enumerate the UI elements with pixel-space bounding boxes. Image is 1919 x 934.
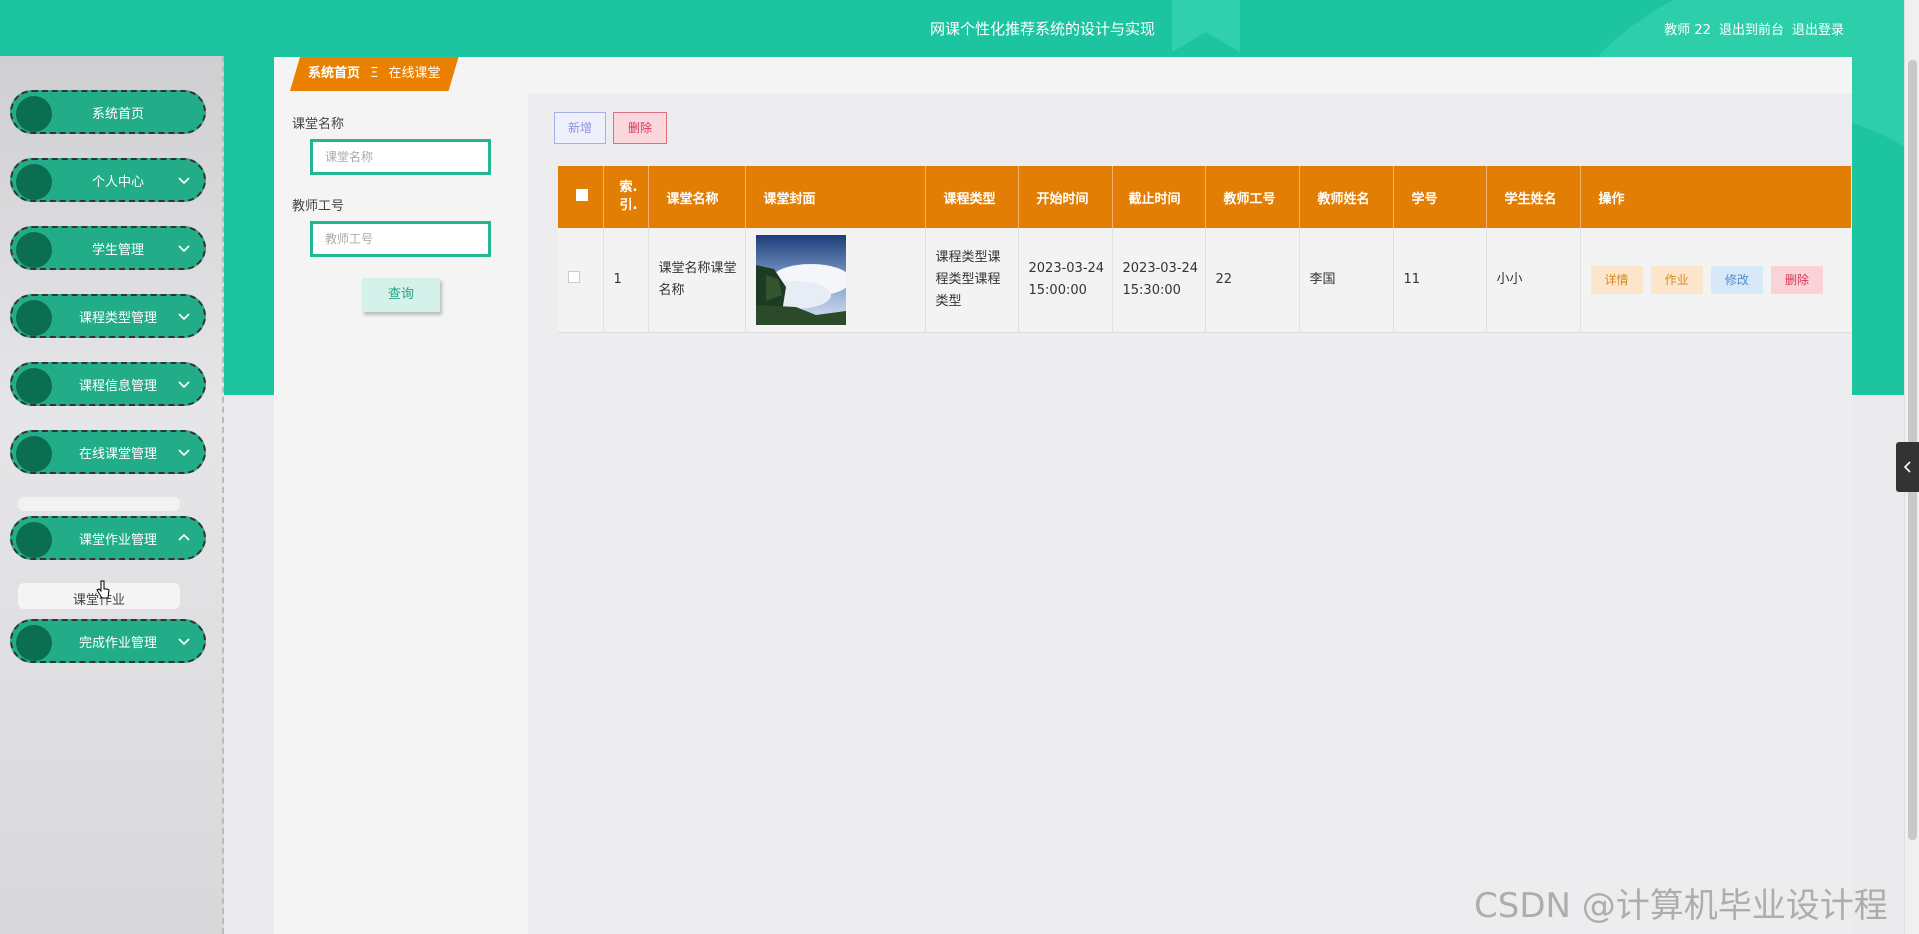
- cell-student-name: 小小: [1486, 228, 1581, 332]
- column-header-student-id: 学号: [1393, 166, 1487, 228]
- class-table: 索. 引. 课堂名称 课堂封面 课程类型 开始时间 截止时间 教师工号 教师姓名 …: [558, 166, 1851, 333]
- delete-button[interactable]: 删除: [613, 112, 667, 144]
- chevron-left-icon: [1903, 461, 1911, 473]
- homework-button[interactable]: 作业: [1650, 265, 1703, 294]
- table-row: 1 课堂名称课堂名称 课程类型课程类型课程类型 2023-03-24 15:00…: [558, 228, 1851, 332]
- detail-button[interactable]: 详情: [1590, 265, 1643, 294]
- chevron-down-icon: [178, 381, 190, 389]
- submenu-placeholder: [18, 497, 180, 511]
- end-date: 2023-03-24: [1122, 260, 1199, 276]
- top-header: 网课个性化推荐系统的设计与实现 教师 22 退出到前台 退出登录: [0, 0, 1919, 56]
- chevron-down-icon: [178, 313, 190, 321]
- cell-actions: 详情 作业 修改 删除: [1580, 228, 1851, 332]
- index-header-part1: 索.: [619, 180, 638, 195]
- cell-end-time: 2023-03-24 15:30:00: [1112, 228, 1206, 332]
- column-header-student-name: 学生姓名: [1486, 166, 1581, 228]
- column-header-course-type: 课程类型: [925, 166, 1019, 228]
- row-checkbox[interactable]: [568, 270, 580, 283]
- course-cover-image: [755, 234, 846, 325]
- header-links: 教师 22 退出到前台 退出登录: [1664, 19, 1844, 38]
- sidebar-item-course-type-management[interactable]: 课程类型管理: [10, 294, 206, 338]
- sidebar-item-label: 系统首页: [91, 106, 144, 122]
- teacher-id-input[interactable]: [310, 221, 491, 257]
- menu-bubble-icon: [16, 96, 52, 132]
- teacher-id-label: 教师工号: [292, 199, 345, 214]
- chevron-down-icon: [178, 177, 190, 185]
- column-header-actions: 操作: [1580, 166, 1851, 228]
- sidebar-item-completed-homework-management[interactable]: 完成作业管理: [10, 619, 206, 663]
- breadcrumb: 系统首页 Ξ 在线课堂: [290, 57, 459, 91]
- breadcrumb-bar: [274, 57, 1852, 94]
- select-all-header[interactable]: [558, 166, 604, 228]
- add-button[interactable]: 新增: [554, 112, 606, 144]
- sidebar-item-label: 课程类型管理: [78, 310, 157, 326]
- column-header-cover: 课堂封面: [745, 166, 926, 228]
- watermark: CSDN @计算机毕业设计程: [1474, 886, 1888, 926]
- sidebar-item-label: 课程信息管理: [78, 378, 157, 394]
- index-header-part2: 引.: [619, 198, 638, 213]
- menu-bubble-icon: [16, 368, 52, 404]
- sidebar-item-label: 课堂作业管理: [78, 532, 157, 548]
- breadcrumb-home[interactable]: 系统首页: [308, 66, 360, 81]
- sidebar-item-homework-management[interactable]: 课堂作业管理: [10, 516, 206, 560]
- chevron-down-icon: [178, 245, 190, 253]
- select-all-checkbox[interactable]: [576, 189, 588, 201]
- sidebar-item-home[interactable]: 系统首页: [10, 90, 206, 134]
- menu-bubble-icon: [16, 164, 52, 200]
- course-name-label: 课堂名称: [292, 117, 345, 132]
- menu-bubble-icon: [16, 625, 52, 661]
- current-user: 教师 22: [1664, 23, 1711, 38]
- logout-link[interactable]: 退出登录: [1792, 19, 1844, 38]
- cell-student-id: 11: [1393, 228, 1487, 332]
- hand-cursor-icon: [96, 580, 110, 599]
- column-header-start-time: 开始时间: [1018, 166, 1113, 228]
- column-header-end-time: 截止时间: [1112, 166, 1206, 228]
- column-header-course-name: 课堂名称: [648, 166, 746, 228]
- menu-bubble-icon: [16, 522, 52, 558]
- column-header-index: 索. 引.: [603, 166, 649, 228]
- query-button[interactable]: 查询: [362, 278, 440, 312]
- column-header-teacher-id: 教师工号: [1205, 166, 1300, 228]
- table-header-row: 索. 引. 课堂名称 课堂封面 课程类型 开始时间 截止时间 教师工号 教师姓名 …: [558, 166, 1851, 228]
- site-title: 网课个性化推荐系统的设计与实现: [930, 20, 1156, 38]
- chevron-down-icon: [178, 449, 190, 457]
- edit-button[interactable]: 修改: [1710, 265, 1763, 294]
- cell-course-name: 课堂名称课堂名称: [648, 228, 746, 332]
- chevron-down-icon: [178, 638, 190, 646]
- start-date: 2023-03-24: [1028, 260, 1105, 276]
- sidebar-item-course-info-management[interactable]: 课程信息管理: [10, 362, 206, 406]
- menu-bubble-icon: [16, 436, 52, 472]
- start-time: 15:00:00: [1028, 282, 1087, 298]
- sidebar-item-personal-center[interactable]: 个人中心: [10, 158, 206, 202]
- side-panel-toggle[interactable]: [1896, 442, 1919, 492]
- cell-index: 1: [603, 228, 649, 332]
- cell-cover: [745, 228, 926, 332]
- row-select-cell[interactable]: [558, 228, 604, 332]
- cell-teacher-name: 李国: [1299, 228, 1394, 332]
- breadcrumb-current: 在线课堂: [388, 66, 441, 81]
- row-delete-button[interactable]: 删除: [1770, 265, 1823, 294]
- chevron-up-icon: [178, 533, 190, 541]
- sidebar-item-student-management[interactable]: 学生管理: [10, 226, 206, 270]
- cell-teacher-id: 22: [1205, 228, 1300, 332]
- course-name-input[interactable]: [310, 139, 491, 175]
- end-time: 15:30:00: [1122, 282, 1181, 298]
- sidebar-item-online-class-management[interactable]: 在线课堂管理: [10, 430, 206, 474]
- cell-course-type: 课程类型课程类型课程类型: [925, 228, 1019, 332]
- search-panel: [274, 94, 528, 934]
- cell-start-time: 2023-03-24 15:00:00: [1018, 228, 1113, 332]
- menu-bubble-icon: [16, 232, 52, 268]
- back-to-front-link[interactable]: 退出到前台: [1719, 19, 1784, 38]
- ribbon-decoration: [1172, 0, 1240, 52]
- breadcrumb-separator: Ξ: [370, 66, 379, 81]
- sidebar-item-label: 个人中心: [91, 174, 144, 190]
- column-header-teacher-name: 教师姓名: [1299, 166, 1394, 228]
- menu-bubble-icon: [16, 300, 52, 336]
- sidebar-item-label: 学生管理: [91, 242, 144, 258]
- sidebar-item-label: 完成作业管理: [78, 635, 157, 651]
- sidebar-item-label: 在线课堂管理: [78, 446, 157, 462]
